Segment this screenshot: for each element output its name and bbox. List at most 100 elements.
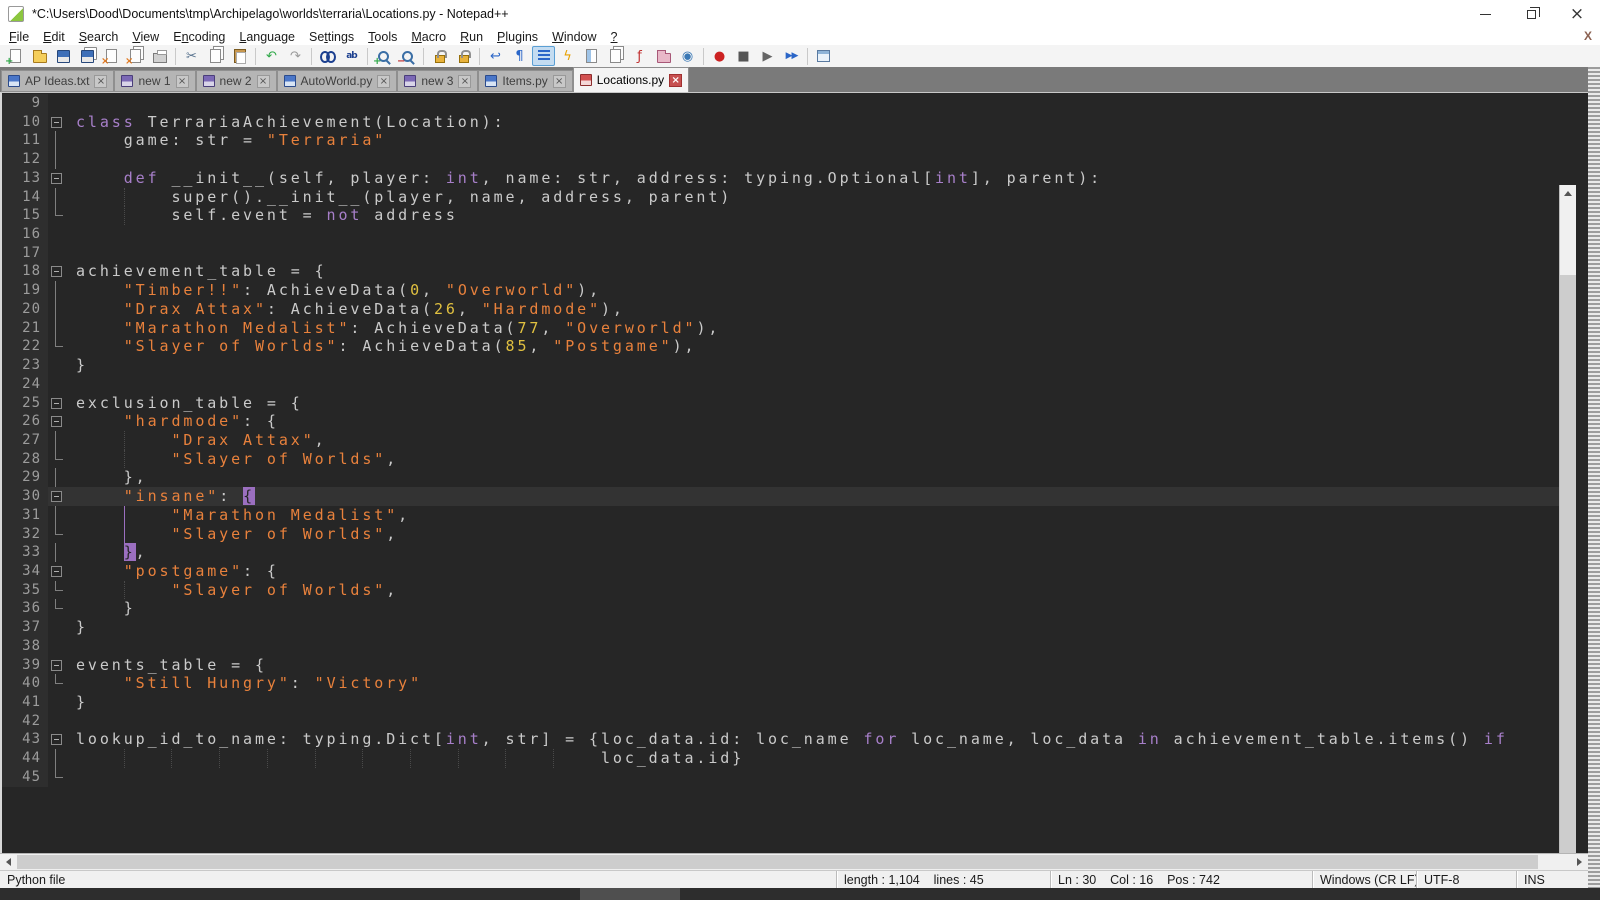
menu-item-encoding[interactable]: Encoding (166, 30, 232, 44)
code-text[interactable] (66, 712, 1571, 731)
code-text[interactable]: "hardmode": { (66, 412, 1571, 431)
fold-marker-box[interactable] (48, 169, 66, 188)
tab-locations-py[interactable]: Locations.py× (573, 67, 689, 92)
menu-item-search[interactable]: Search (72, 30, 126, 44)
code-text[interactable] (66, 150, 1571, 169)
playback-macro-button[interactable]: ▶ (756, 46, 779, 66)
close-document-button[interactable]: × (100, 46, 123, 66)
open-file-button[interactable] (28, 46, 51, 66)
zoom-out-button[interactable]: − (396, 46, 419, 66)
close-button[interactable]: × (1554, 0, 1600, 28)
undo-button[interactable]: ↶ (260, 46, 283, 66)
close-all-documents-button[interactable]: × (124, 46, 147, 66)
code-text[interactable]: "postgame": { (66, 562, 1571, 581)
tab-close-icon[interactable]: × (669, 74, 682, 87)
define-language-button[interactable]: ϟ (556, 46, 579, 66)
code-text[interactable]: game: str = "Terraria" (66, 131, 1571, 150)
menu-item-view[interactable]: View (125, 30, 166, 44)
tab-close-icon[interactable]: × (94, 75, 107, 88)
tab-autoworld-py[interactable]: AutoWorld.py× (277, 70, 398, 92)
fold-marker-box[interactable] (48, 562, 66, 581)
menu-item-window[interactable]: Window (545, 30, 603, 44)
tab-close-icon[interactable]: × (176, 75, 189, 88)
scroll-up-button[interactable] (1560, 185, 1576, 202)
code-text[interactable] (66, 637, 1571, 656)
code-text[interactable]: "Slayer of Worlds": AchieveData(85, "Pos… (66, 337, 1571, 356)
replace-button[interactable]: ab (340, 46, 363, 66)
code-text[interactable]: "Slayer of Worlds", (66, 450, 1571, 469)
sync-horizontal-scrolling-button[interactable] (452, 46, 475, 66)
menu-item-macro[interactable]: Macro (404, 30, 453, 44)
save-recorded-macro-button[interactable] (812, 46, 835, 66)
menu-item-edit[interactable]: Edit (36, 30, 72, 44)
stop-recording-button[interactable]: ■ (732, 46, 755, 66)
code-area[interactable]: 910class TerrariaAchievement(Location):1… (2, 94, 1571, 853)
tab-close-icon[interactable]: × (553, 75, 566, 88)
sync-vertical-scrolling-button[interactable] (428, 46, 451, 66)
code-text[interactable]: lookup_id_to_name: typing.Dict[int, str]… (66, 730, 1571, 749)
tab-close-icon[interactable]: × (257, 75, 270, 88)
code-text[interactable]: super().__init__(player, name, address, … (66, 188, 1571, 207)
code-text[interactable]: events_table = { (66, 656, 1571, 675)
code-text[interactable]: "insane": { (66, 487, 1571, 506)
monitoring-button[interactable]: ◉ (676, 46, 699, 66)
save-all-button[interactable] (76, 46, 99, 66)
document-map-button[interactable] (580, 46, 603, 66)
code-text[interactable] (66, 375, 1571, 394)
zoom-in-button[interactable]: + (372, 46, 395, 66)
fold-marker-box[interactable] (48, 113, 66, 132)
code-text[interactable] (66, 225, 1571, 244)
scroll-right-button[interactable] (1571, 854, 1588, 870)
horizontal-scrollbar[interactable] (0, 853, 1588, 870)
tab-close-icon[interactable]: × (458, 75, 471, 88)
code-text[interactable]: } (66, 599, 1571, 618)
code-text[interactable] (66, 244, 1571, 263)
tab-items-py[interactable]: Items.py× (478, 70, 572, 92)
code-text[interactable]: "Marathon Medalist": AchieveData(77, "Ov… (66, 319, 1571, 338)
menu-item-help[interactable]: ? (604, 30, 625, 44)
fold-marker-box[interactable] (48, 262, 66, 281)
fold-marker-box[interactable] (48, 412, 66, 431)
editor[interactable]: 910class TerrariaAchievement(Location):1… (0, 92, 1588, 853)
code-text[interactable]: "Still Hungry": "Victory" (66, 674, 1571, 693)
code-text[interactable]: "Slayer of Worlds", (66, 581, 1571, 600)
code-text[interactable]: "Drax Attax": AchieveData(26, "Hardmode"… (66, 300, 1571, 319)
document-list-button[interactable] (604, 46, 627, 66)
folder-as-workspace-button[interactable] (652, 46, 675, 66)
print-button[interactable] (148, 46, 171, 66)
tab-new-3[interactable]: new 3× (397, 70, 478, 92)
code-text[interactable]: }, (66, 543, 1571, 562)
horizontal-scroll-thumb[interactable] (17, 855, 1538, 869)
code-text[interactable]: achievement_table = { (66, 262, 1571, 281)
function-list-button[interactable]: ƒ (628, 46, 651, 66)
minimize-button[interactable] (1462, 0, 1508, 28)
fold-marker-box[interactable] (48, 730, 66, 749)
fold-marker-box[interactable] (48, 656, 66, 675)
menu-item-run[interactable]: Run (453, 30, 490, 44)
paste-button[interactable] (228, 46, 251, 66)
vertical-scroll-thumb[interactable] (1560, 275, 1576, 900)
menu-item-settings[interactable]: Settings (302, 30, 361, 44)
copy-button[interactable] (204, 46, 227, 66)
cut-button[interactable]: ✂ (180, 46, 203, 66)
find-button[interactable] (316, 46, 339, 66)
new-file-button[interactable]: + (4, 46, 27, 66)
scroll-left-button[interactable] (0, 854, 17, 870)
code-text[interactable]: def __init__(self, player: int, name: st… (66, 169, 1571, 188)
tab-new-2[interactable]: new 2× (196, 70, 277, 92)
word-wrap-button[interactable]: ↩ (484, 46, 507, 66)
redo-button[interactable]: ↷ (284, 46, 307, 66)
code-text[interactable]: "Marathon Medalist", (66, 506, 1571, 525)
menu-item-file[interactable]: File (2, 30, 36, 44)
menu-item-tools[interactable]: Tools (361, 30, 404, 44)
run-macro-multiple-times-button[interactable]: ▶▶ (780, 46, 803, 66)
restore-button[interactable] (1508, 0, 1554, 28)
record-macro-button[interactable]: ● (708, 46, 731, 66)
code-text[interactable]: "Slayer of Worlds", (66, 525, 1571, 544)
code-text[interactable] (66, 94, 1571, 113)
code-text[interactable]: }, (66, 468, 1571, 487)
code-text[interactable]: } (66, 618, 1571, 637)
tab-ap-ideas-txt[interactable]: AP Ideas.txt× (1, 70, 114, 92)
code-text[interactable]: class TerrariaAchievement(Location): (66, 113, 1571, 132)
code-text[interactable]: loc_data.id} (66, 749, 1571, 768)
